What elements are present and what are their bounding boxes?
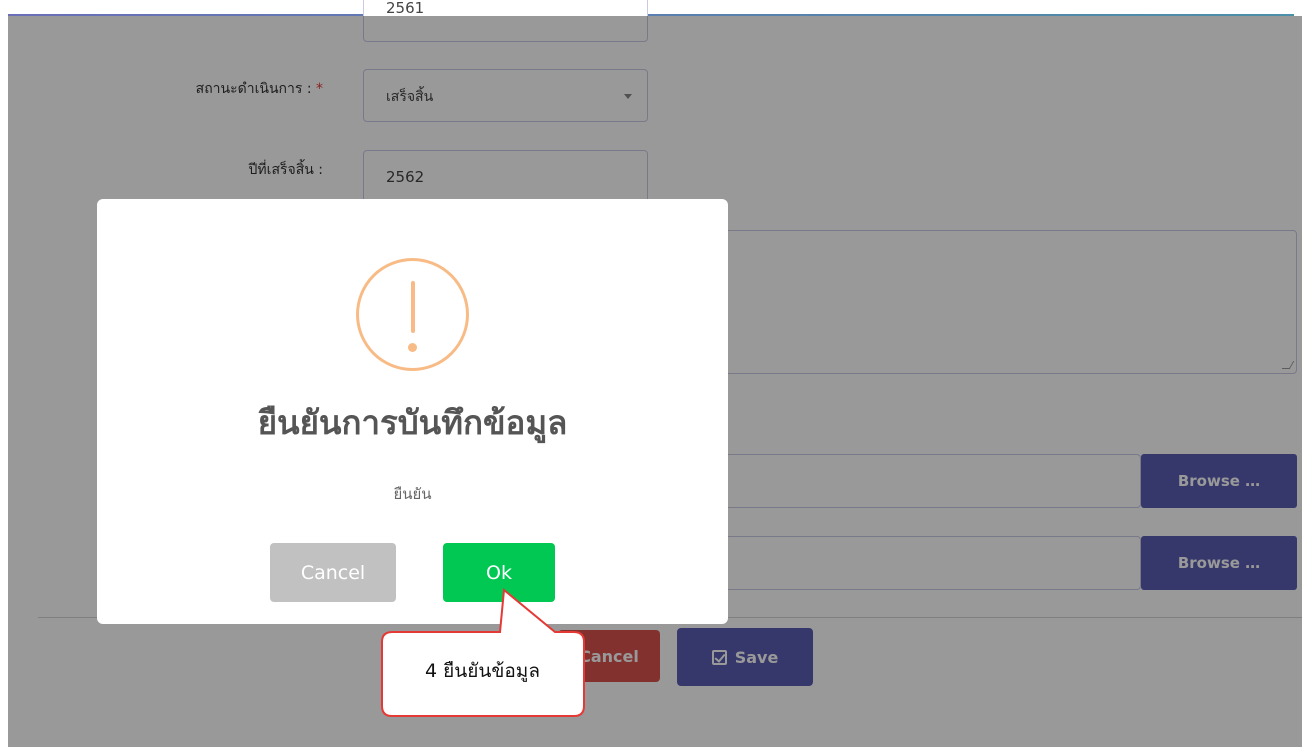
left-strip xyxy=(0,0,8,747)
dialog-ok-button[interactable]: Ok xyxy=(443,543,555,602)
callout-text: 4 ยืนยันข้อมูล xyxy=(425,660,540,682)
dialog-text: ยืนยัน xyxy=(393,485,432,503)
confirm-dialog: ยืนยันการบันทึกข้อมูล ยืนยัน Cancel Ok xyxy=(97,199,728,624)
dialog-cancel-button[interactable]: Cancel xyxy=(270,543,396,602)
warning-icon xyxy=(356,258,469,371)
top-strip xyxy=(0,0,1302,16)
start-year-value: 2561 xyxy=(386,0,425,17)
dialog-title: ยืนยันการบันทึกข้อมูล xyxy=(257,403,568,442)
